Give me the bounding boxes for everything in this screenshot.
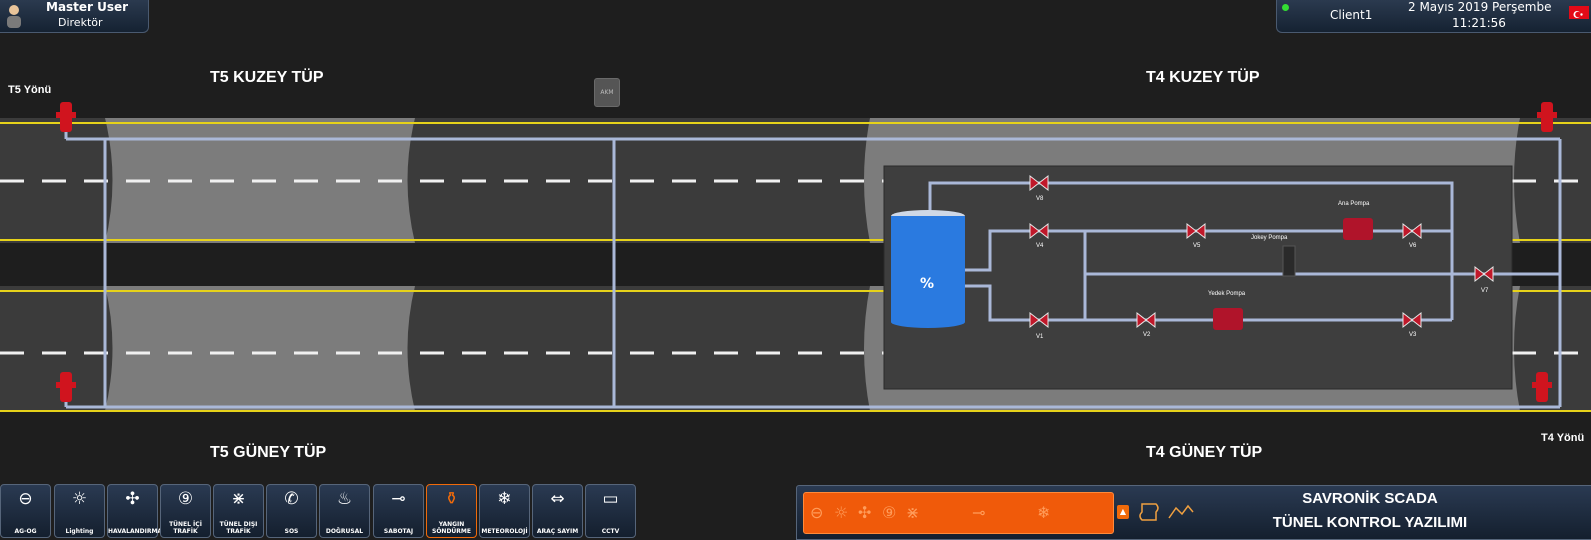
app-title: SAVRONİK SCADA xyxy=(1302,490,1438,507)
toolbar-button-arac-sayim[interactable]: ⇔ ARAÇ SAYIM xyxy=(532,484,583,538)
toolbar-button-sos[interactable]: ✆ SOS xyxy=(266,484,317,538)
lightbulb-icon: ☼ xyxy=(71,489,88,509)
toolbar-button-dogrusal[interactable]: ♨ DOĞRUSAL xyxy=(319,484,370,538)
t5-guney-label: T5 GÜNEY TÜP xyxy=(210,444,327,461)
valve-label-v4: V4 xyxy=(1036,243,1044,249)
jokey-pompa-icon xyxy=(1282,245,1296,277)
toolbar-button-sabotaj[interactable]: ⊸ SABOTAJ xyxy=(373,484,424,538)
alarm-bar[interactable]: ⊖ ☼ ✣ ⑨ ⋇ ⊸ ❄ xyxy=(803,492,1114,534)
t4-guney-label: T4 GÜNEY TÜP xyxy=(1146,444,1263,461)
toolbar-button-cctv[interactable]: ▭ CCTV xyxy=(585,484,636,538)
traffic-icon: ⋇ xyxy=(231,489,246,509)
alarm-fan-icon: ✣ xyxy=(858,503,872,522)
alarm-ag-og-icon: ⊖ xyxy=(810,503,824,522)
t5-yonu-label: T5 Yönü xyxy=(8,84,52,96)
fire-detector-icon: ♨ xyxy=(336,489,353,509)
valve-label-v7: V7 xyxy=(1481,288,1489,294)
toolbar-button-havalandirma[interactable]: ✣ HAVALANDIRMA xyxy=(107,484,162,538)
valve-label-v1: V1 xyxy=(1036,334,1044,340)
t5-kuzey-label: T5 KUZEY TÜP xyxy=(210,69,324,86)
valve-label-v3: V3 xyxy=(1409,332,1417,338)
ana-pompa-label: Ana Pompa xyxy=(1338,201,1370,207)
t4-kuzey-label: T4 KUZEY TÜP xyxy=(1146,69,1260,86)
alarm-switch-icon: ⊸ xyxy=(972,503,986,522)
akm-button[interactable]: AKM xyxy=(594,78,620,107)
toolbar-button-tunel-disi-trafik[interactable]: ⋇ TÜNEL DIŞI TRAFİK xyxy=(213,484,264,538)
speed-limit-icon: ⑨ xyxy=(177,489,194,509)
toolbar-button-tunel-ici-trafik[interactable]: ⑨ TÜNEL İÇİ TRAFİK xyxy=(160,484,211,538)
phone-icon: ✆ xyxy=(284,489,299,509)
fire-extinguisher-icon: ⚱ xyxy=(444,489,459,509)
jokey-pompa-label: Jokey Pompa xyxy=(1251,235,1288,241)
fan-icon: ✣ xyxy=(125,489,140,509)
ag-og-icon: ⊖ xyxy=(18,489,33,509)
t4-yonu-label: T4 Yönü xyxy=(1541,432,1585,444)
valve-label-v6: V6 xyxy=(1409,243,1417,249)
valve-label-v8: V8 xyxy=(1036,196,1044,202)
alarm-lighting-icon: ☼ xyxy=(834,503,849,522)
toolbar-button-lighting[interactable]: ☼ Lighting xyxy=(54,484,105,538)
tunnel-segment-t5-south xyxy=(105,286,415,411)
alarm-snowflake-icon: ❄ xyxy=(1037,503,1051,522)
yedek-pompa-icon xyxy=(1213,308,1243,330)
camera-icon: ▭ xyxy=(602,489,619,509)
alarm-expand-icon[interactable]: ▲ xyxy=(1117,505,1129,519)
snowflake-icon: ❄ xyxy=(497,489,512,509)
switch-icon: ⊸ xyxy=(391,489,406,509)
toolbar-button-meteoroloji[interactable]: ❄ METEOROLOJİ xyxy=(479,484,530,538)
toolbar-button-yangin-sondurme[interactable]: ⚱ YANGIN SÖNDÜRME xyxy=(426,484,477,538)
valve-label-v2: V2 xyxy=(1143,332,1151,338)
vehicle-count-icon: ⇔ xyxy=(550,489,565,509)
alarm-speed-icon: ⑨ xyxy=(882,503,897,522)
valve-label-v5: V5 xyxy=(1193,243,1201,249)
log-scroll-icon[interactable] xyxy=(1138,500,1162,524)
alarm-traffic-icon: ⋇ xyxy=(906,503,920,522)
ana-pompa-icon xyxy=(1343,218,1373,240)
toolbar-button-ag-og[interactable]: ⊖ AG-OG xyxy=(0,484,51,538)
trend-chart-icon[interactable] xyxy=(1168,502,1194,520)
yedek-pompa-label: Yedek Pompa xyxy=(1208,291,1246,297)
tank-level-label: % xyxy=(920,276,935,292)
app-subtitle: TÜNEL KONTROL YAZILIMI xyxy=(1272,514,1468,531)
